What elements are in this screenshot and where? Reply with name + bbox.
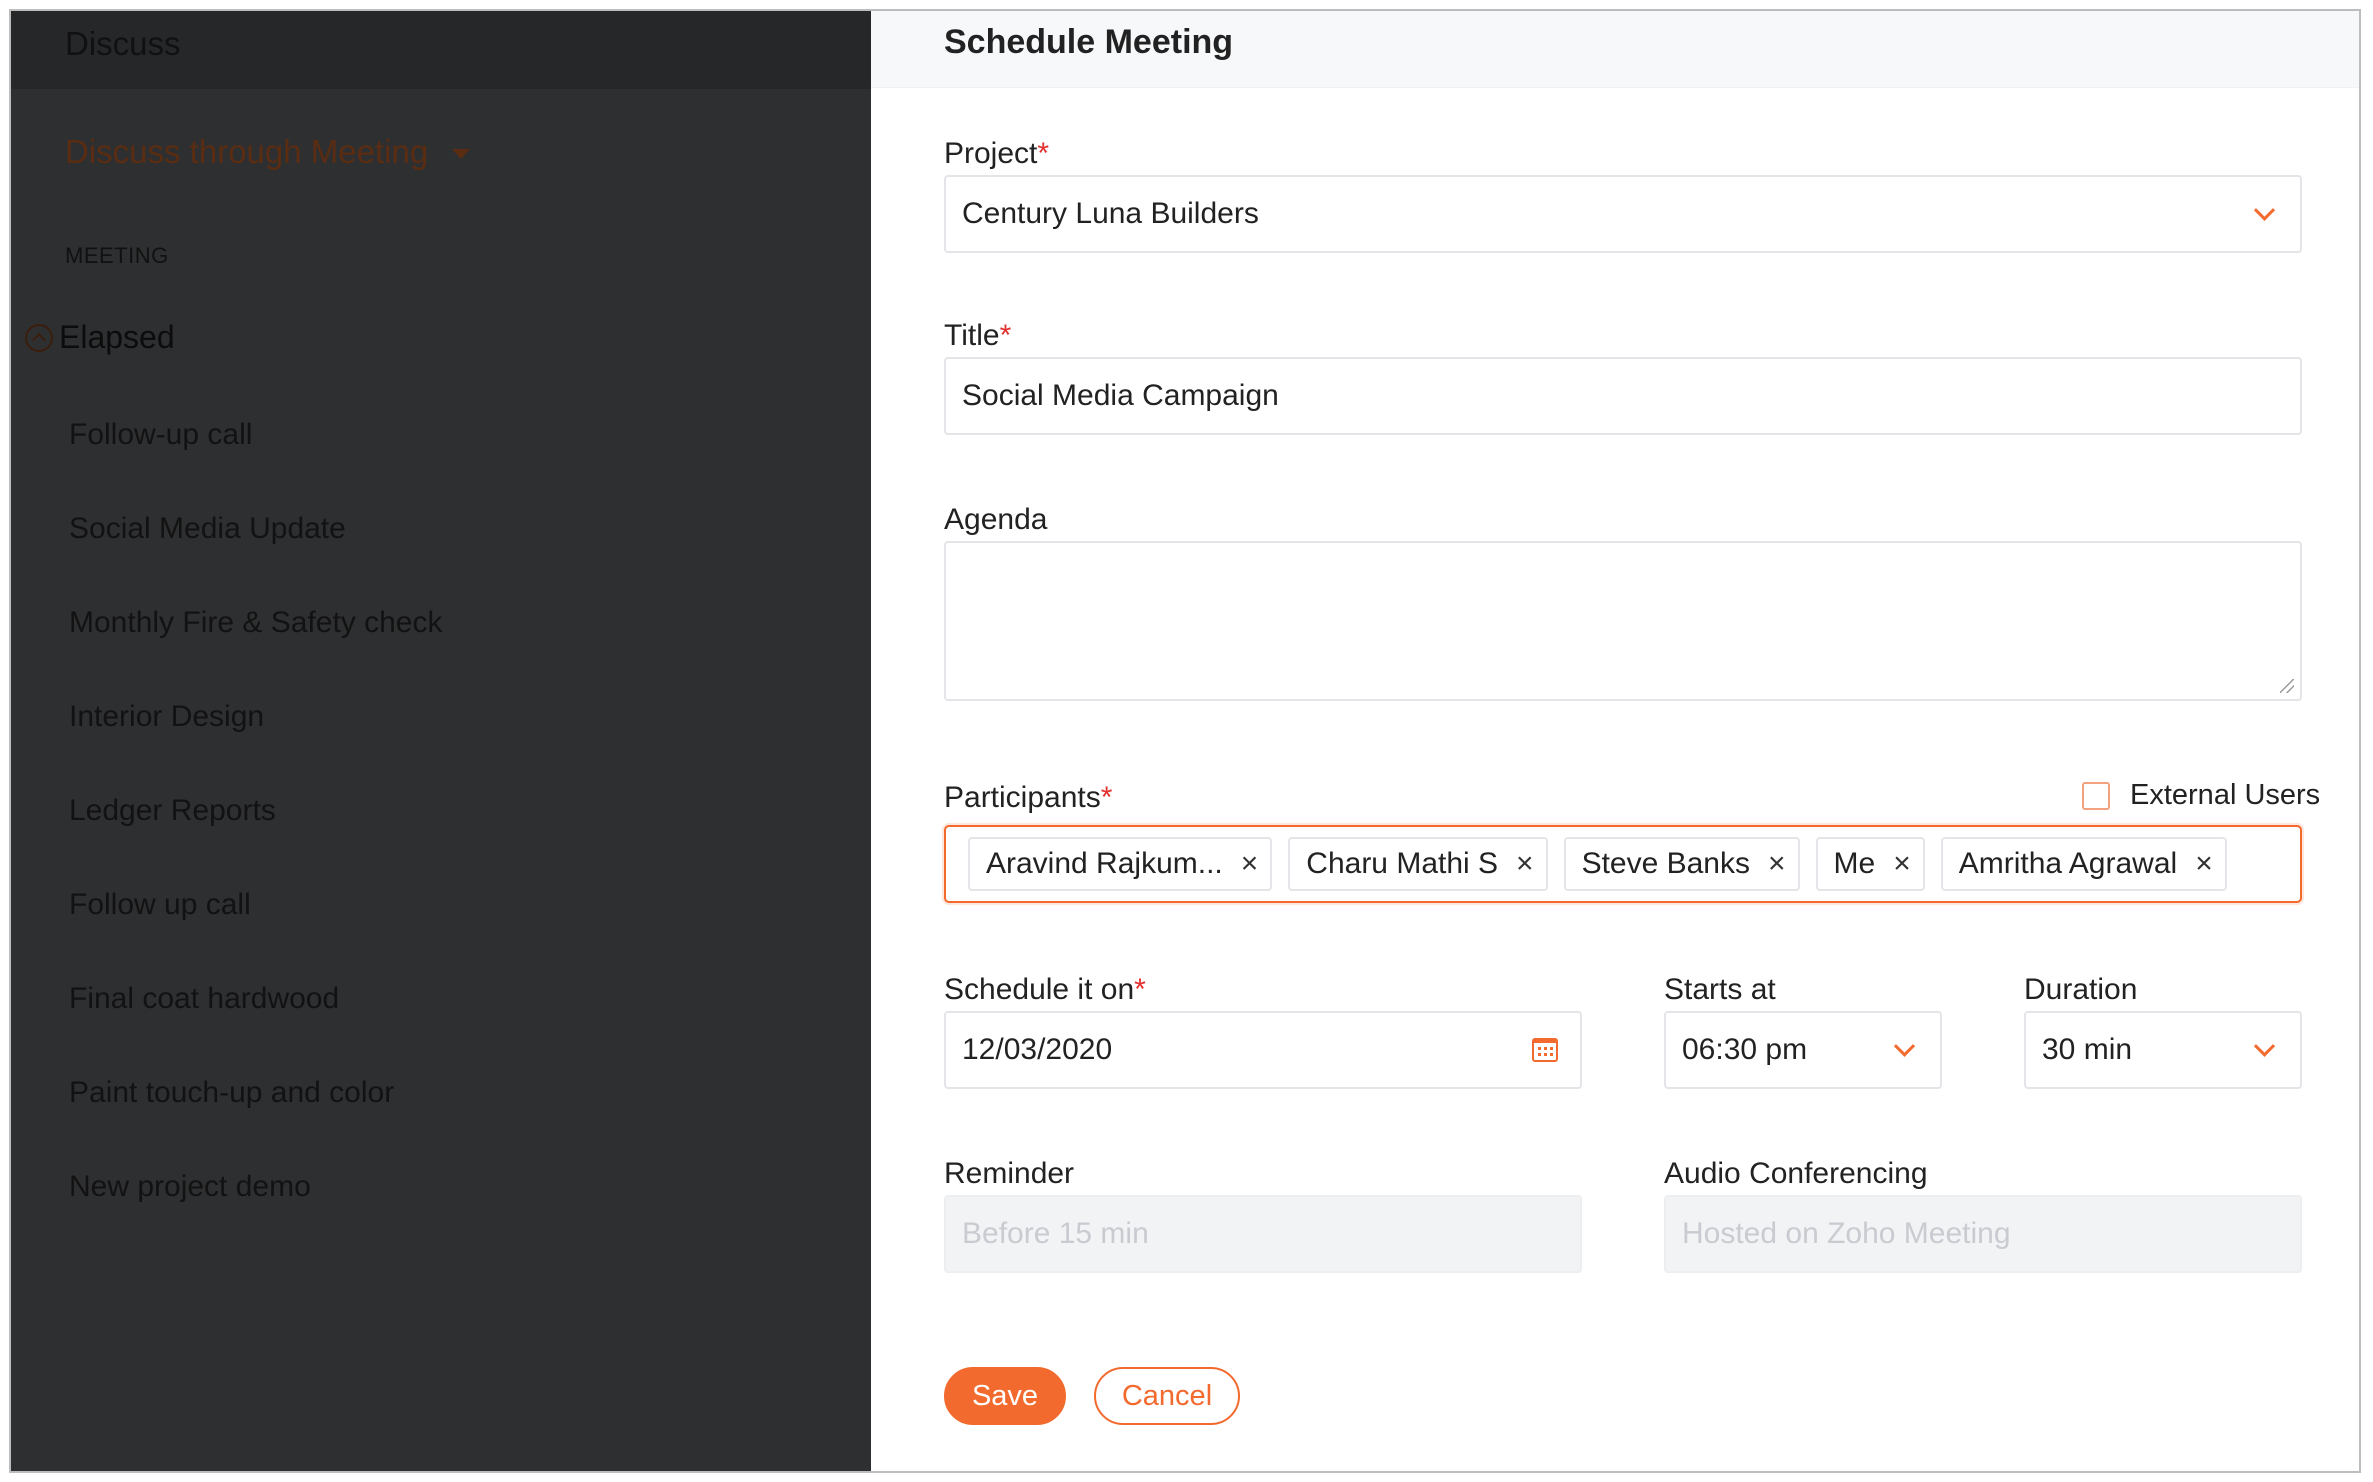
app-title: Discuss bbox=[65, 25, 181, 62]
external-users-label: External Users bbox=[2130, 779, 2321, 811]
participant-name: Amritha Agrawal bbox=[1958, 847, 2178, 880]
sidebar-header: Discuss bbox=[11, 11, 871, 89]
participant-name: Charu Mathi S bbox=[1306, 847, 1499, 880]
caret-down-icon bbox=[452, 149, 471, 159]
schedule-meeting-dialog: Schedule Meeting Project* Century Luna B… bbox=[871, 11, 2359, 1471]
list-item[interactable]: Follow-up call bbox=[69, 411, 442, 505]
view-title: Discuss through Meeting bbox=[65, 133, 429, 170]
project-select[interactable]: Century Luna Builders bbox=[944, 175, 2302, 253]
reminder-label: Reminder bbox=[944, 1157, 1075, 1190]
audio-conferencing-label: Audio Conferencing bbox=[1664, 1157, 1928, 1190]
audio-conferencing-field: Hosted on Zoho Meeting bbox=[1664, 1195, 2302, 1273]
list-item[interactable]: Interior Design bbox=[69, 693, 442, 787]
participant-name: Aravind Rajkum... bbox=[986, 847, 1223, 880]
participant-name: Me bbox=[1833, 847, 1876, 880]
list-item[interactable]: Follow up call bbox=[69, 881, 442, 975]
schedule-on-label: Schedule it on* bbox=[944, 973, 1146, 1007]
project-value: Century Luna Builders bbox=[962, 197, 1259, 230]
participant-chip: Aravind Rajkum... × bbox=[968, 837, 1273, 891]
duration-select[interactable]: 30 min bbox=[2024, 1011, 2302, 1089]
starts-at-label: Starts at bbox=[1664, 973, 1776, 1006]
external-users-toggle[interactable]: External Users bbox=[2082, 779, 2320, 812]
sidebar: Discuss Discuss through Meeting MEETING … bbox=[11, 11, 871, 1471]
list-item[interactable]: Paint touch-up and color bbox=[69, 1069, 442, 1163]
required-marker: * bbox=[1037, 137, 1050, 170]
start-time-value: 06:30 pm bbox=[1682, 1033, 1808, 1066]
agenda-textarea[interactable] bbox=[944, 541, 2302, 701]
view-selector[interactable]: Discuss through Meeting bbox=[65, 133, 471, 171]
external-users-checkbox[interactable] bbox=[2082, 781, 2110, 810]
group-elapsed[interactable]: Elapsed bbox=[25, 319, 175, 356]
date-input[interactable]: 12/03/2020 bbox=[944, 1011, 1582, 1089]
title-label: Title* bbox=[944, 319, 1011, 353]
project-label-text: Project bbox=[944, 137, 1038, 170]
list-item[interactable]: Social Media Update bbox=[69, 505, 442, 599]
remove-icon[interactable]: × bbox=[1893, 849, 1911, 879]
required-marker: * bbox=[999, 319, 1012, 352]
reminder-field: Before 15 min bbox=[944, 1195, 1582, 1273]
list-item[interactable]: Final coat hardwood bbox=[69, 975, 442, 1069]
reminder-placeholder: Before 15 min bbox=[962, 1217, 1149, 1250]
list-item[interactable]: Monthly Fire & Safety check bbox=[69, 599, 442, 693]
required-marker: * bbox=[1134, 973, 1146, 1006]
chevron-down-icon bbox=[2253, 1035, 2276, 1057]
chevron-down-icon bbox=[1893, 1035, 1916, 1057]
dialog-title: Schedule Meeting bbox=[944, 23, 1234, 61]
title-input[interactable]: Social Media Campaign bbox=[944, 357, 2302, 435]
audio-conferencing-placeholder: Hosted on Zoho Meeting bbox=[1682, 1217, 2011, 1250]
duration-label: Duration bbox=[2024, 973, 2138, 1006]
resize-handle-icon[interactable] bbox=[2280, 679, 2294, 693]
calendar-icon[interactable] bbox=[1532, 1038, 1558, 1062]
participants-label: Participants* bbox=[944, 781, 1112, 815]
participant-name: Steve Banks bbox=[1581, 847, 1750, 880]
duration-value: 30 min bbox=[2042, 1033, 2133, 1066]
required-marker: * bbox=[1100, 781, 1113, 814]
start-time-select[interactable]: 06:30 pm bbox=[1664, 1011, 1942, 1089]
collapse-up-icon[interactable] bbox=[25, 323, 53, 352]
remove-icon[interactable]: × bbox=[1768, 849, 1786, 879]
cancel-button[interactable]: Cancel bbox=[1094, 1367, 1240, 1425]
project-label: Project* bbox=[944, 137, 1049, 171]
participants-label-text: Participants bbox=[944, 781, 1101, 814]
dialog-header: Schedule Meeting bbox=[871, 11, 2359, 88]
schedule-on-label-text: Schedule it on bbox=[944, 973, 1135, 1006]
remove-icon[interactable]: × bbox=[2195, 849, 2213, 879]
remove-icon[interactable]: × bbox=[1516, 849, 1534, 879]
list-item[interactable]: New project demo bbox=[69, 1163, 442, 1257]
participant-chip: Amritha Agrawal × bbox=[1940, 837, 2227, 891]
list-item[interactable]: Ledger Reports bbox=[69, 787, 442, 881]
group-label: Elapsed bbox=[59, 319, 175, 355]
meeting-list: Follow-up call Social Media Update Month… bbox=[69, 411, 442, 1257]
participants-input[interactable]: Aravind Rajkum... × Charu Mathi S × Stev… bbox=[944, 825, 2302, 903]
participant-chip: Charu Mathi S × bbox=[1288, 837, 1548, 891]
save-button[interactable]: Save bbox=[944, 1367, 1066, 1425]
title-value: Social Media Campaign bbox=[962, 379, 1279, 412]
date-value: 12/03/2020 bbox=[962, 1033, 1113, 1066]
app-window: Discuss Discuss through Meeting MEETING … bbox=[9, 9, 2361, 1473]
agenda-label: Agenda bbox=[944, 503, 1048, 536]
participant-chip: Steve Banks × bbox=[1563, 837, 1800, 891]
section-heading: MEETING bbox=[65, 243, 169, 268]
chevron-down-icon bbox=[2253, 199, 2276, 221]
participant-chip: Me × bbox=[1815, 837, 1925, 891]
remove-icon[interactable]: × bbox=[1241, 849, 1259, 879]
title-label-text: Title bbox=[944, 319, 1000, 352]
